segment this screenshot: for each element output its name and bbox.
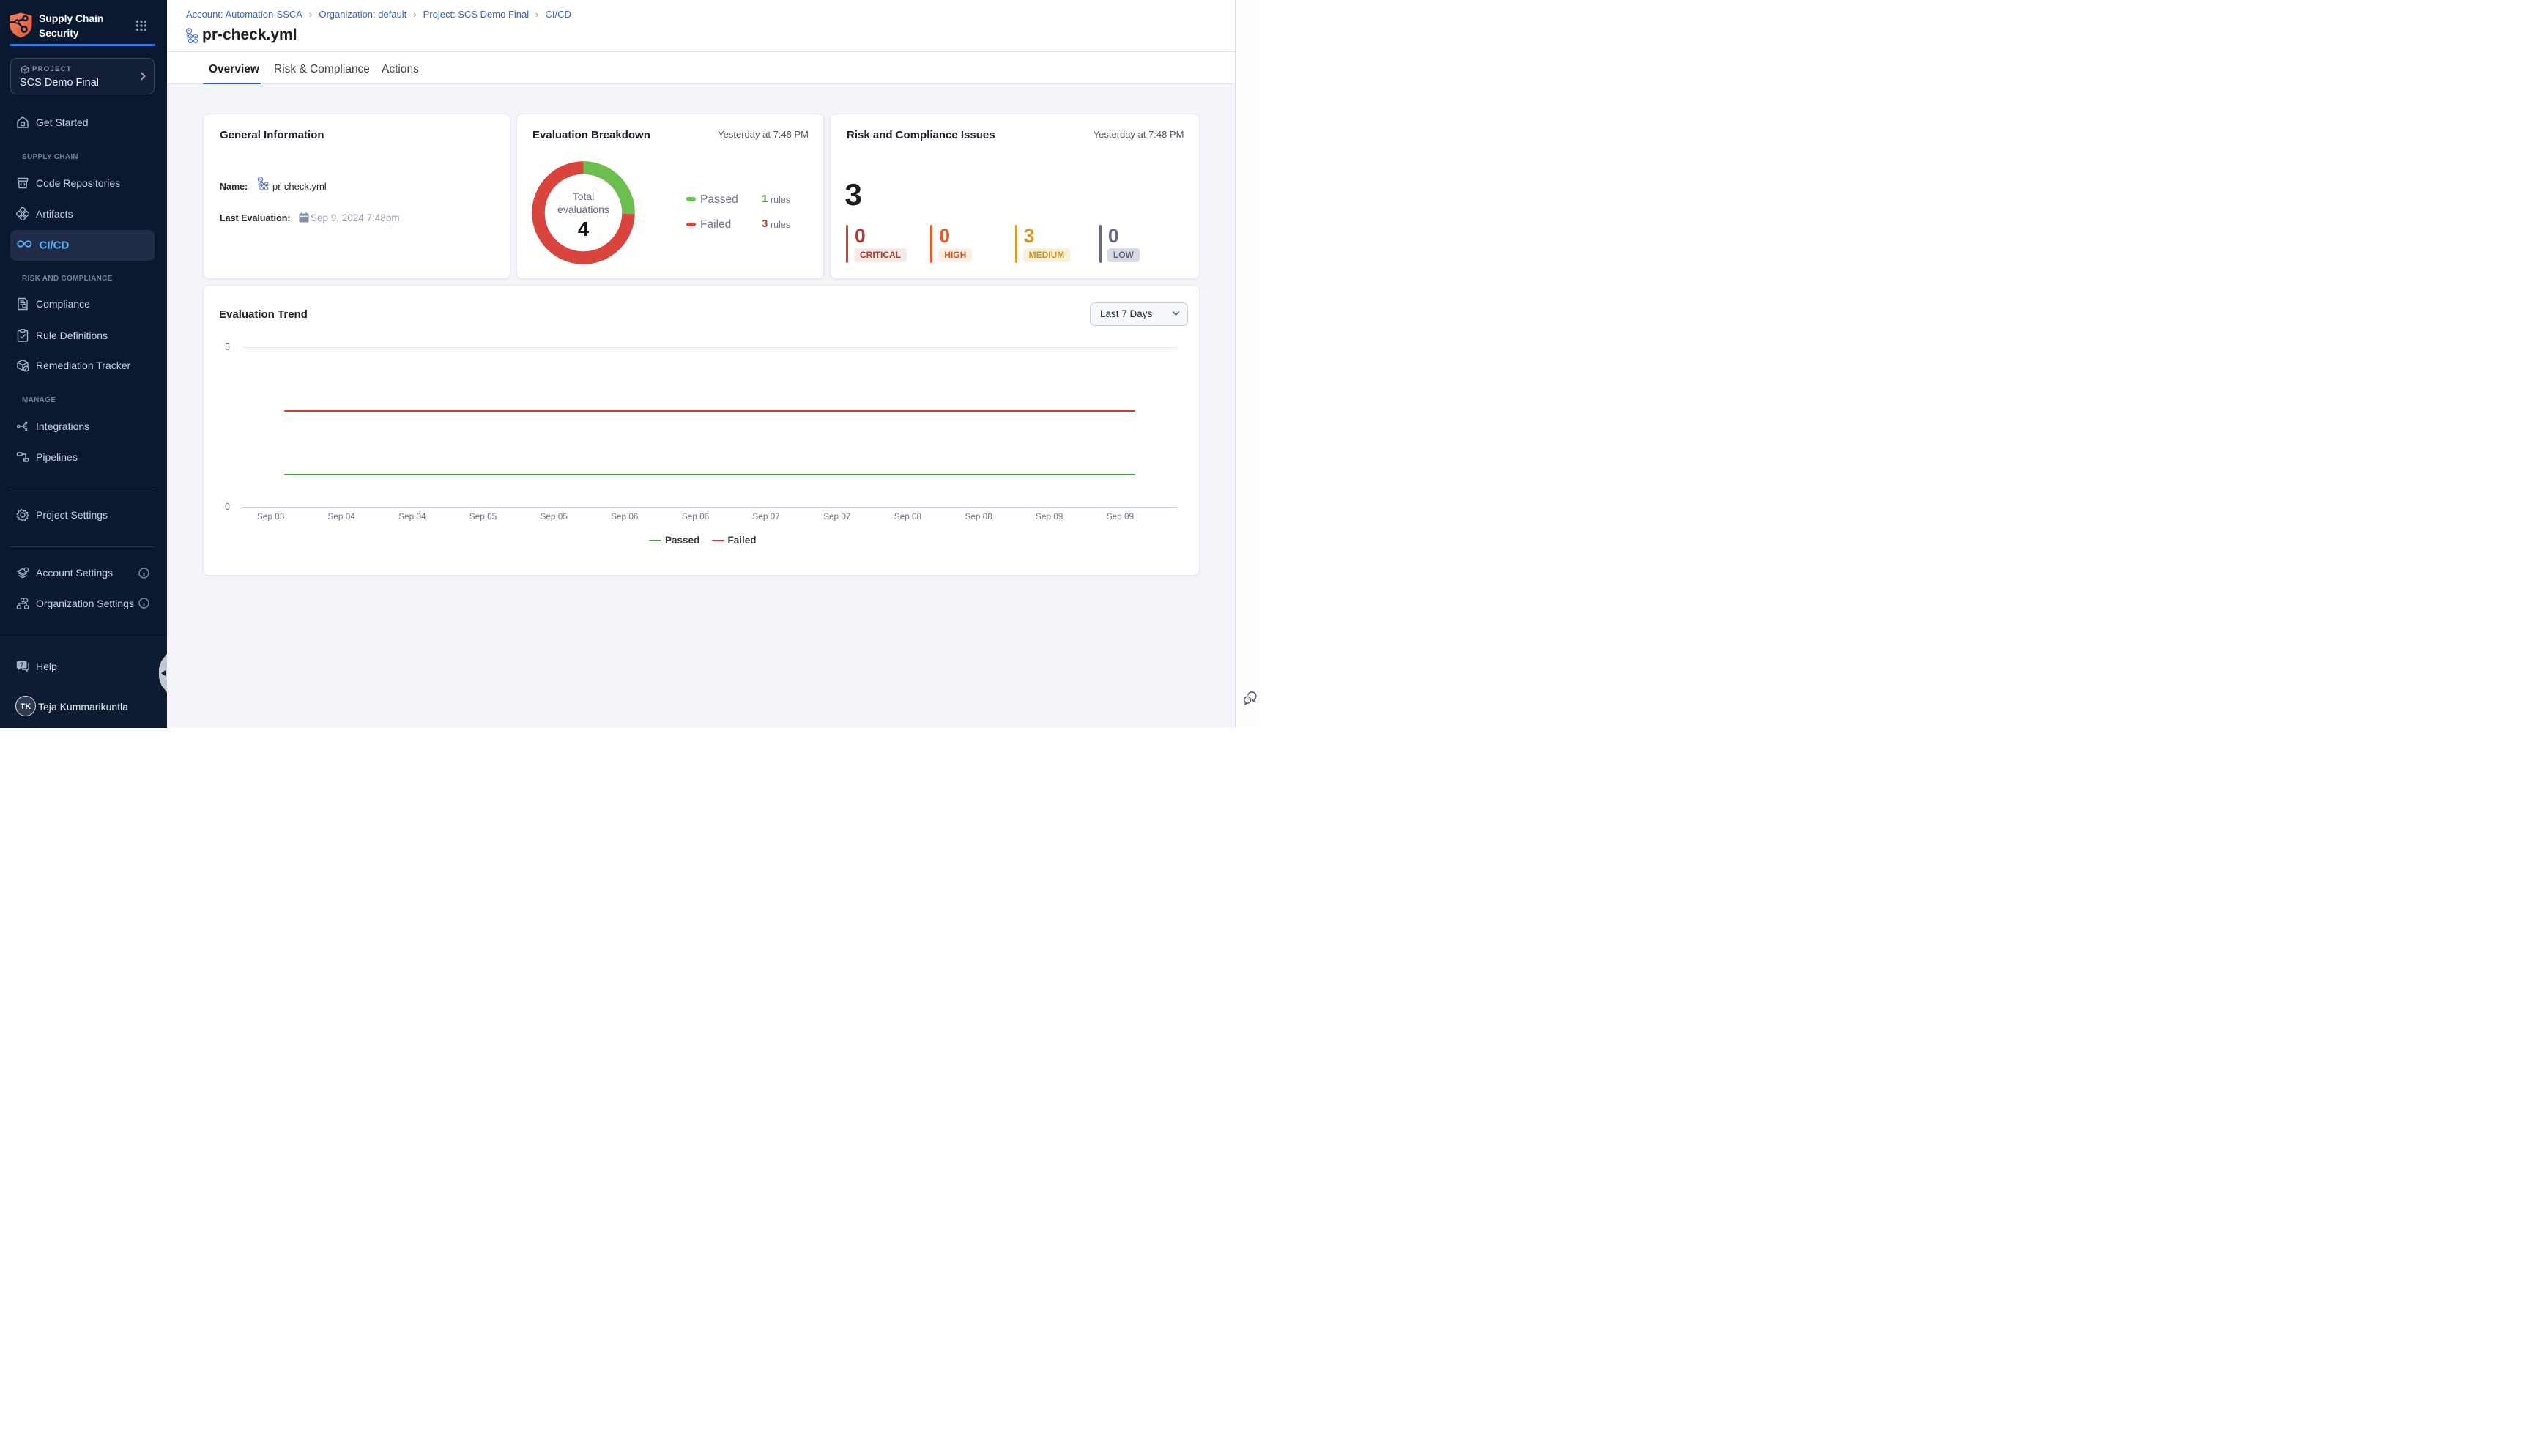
svg-text:?: ? [20,661,23,669]
